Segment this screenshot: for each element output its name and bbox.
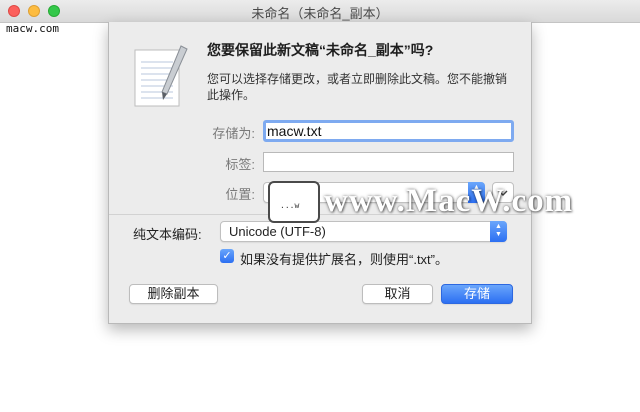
tags-label: 标签: (225, 157, 255, 172)
document-text[interactable]: macw.com (6, 22, 59, 35)
watermark-logo-text: ...w (280, 201, 300, 210)
location-label: 位置: (225, 187, 255, 202)
textedit-app-icon (134, 45, 188, 107)
watermark-text: www.MacW.com (324, 183, 574, 219)
save-as-label: 存储为: (212, 126, 255, 141)
dialog-heading: 您要保留此新文稿“未命名_副本”吗? (207, 42, 434, 58)
save-as-field[interactable]: macw.txt (263, 120, 514, 142)
watermark: ...w www.MacW.com (268, 181, 640, 235)
save-dialog-sheet: 您要保留此新文稿“未命名_副本”吗? 您可以选择存储更改，或者立即删除此文稿。您… (108, 22, 532, 324)
cancel-button[interactable]: 取消 (362, 284, 433, 304)
use-txt-extension-label[interactable]: 如果没有提供扩展名，则使用“.txt”。 (240, 249, 448, 268)
window-title: 未命名（未命名_副本） (251, 6, 389, 21)
window-titlebar: 未命名（未命名_副本） (0, 0, 640, 23)
save-button[interactable]: 存储 (441, 284, 513, 304)
tags-field[interactable] (263, 152, 514, 172)
use-txt-extension-checkbox[interactable]: ✓ (220, 249, 234, 263)
dialog-description: 您可以选择存储更改，或者立即删除此文稿。您不能撤销此操作。 (207, 72, 508, 102)
encoding-label: 纯文本编码: (133, 227, 202, 242)
delete-copy-button[interactable]: 删除副本 (129, 284, 218, 304)
watermark-logo-icon: ...w (268, 181, 320, 223)
